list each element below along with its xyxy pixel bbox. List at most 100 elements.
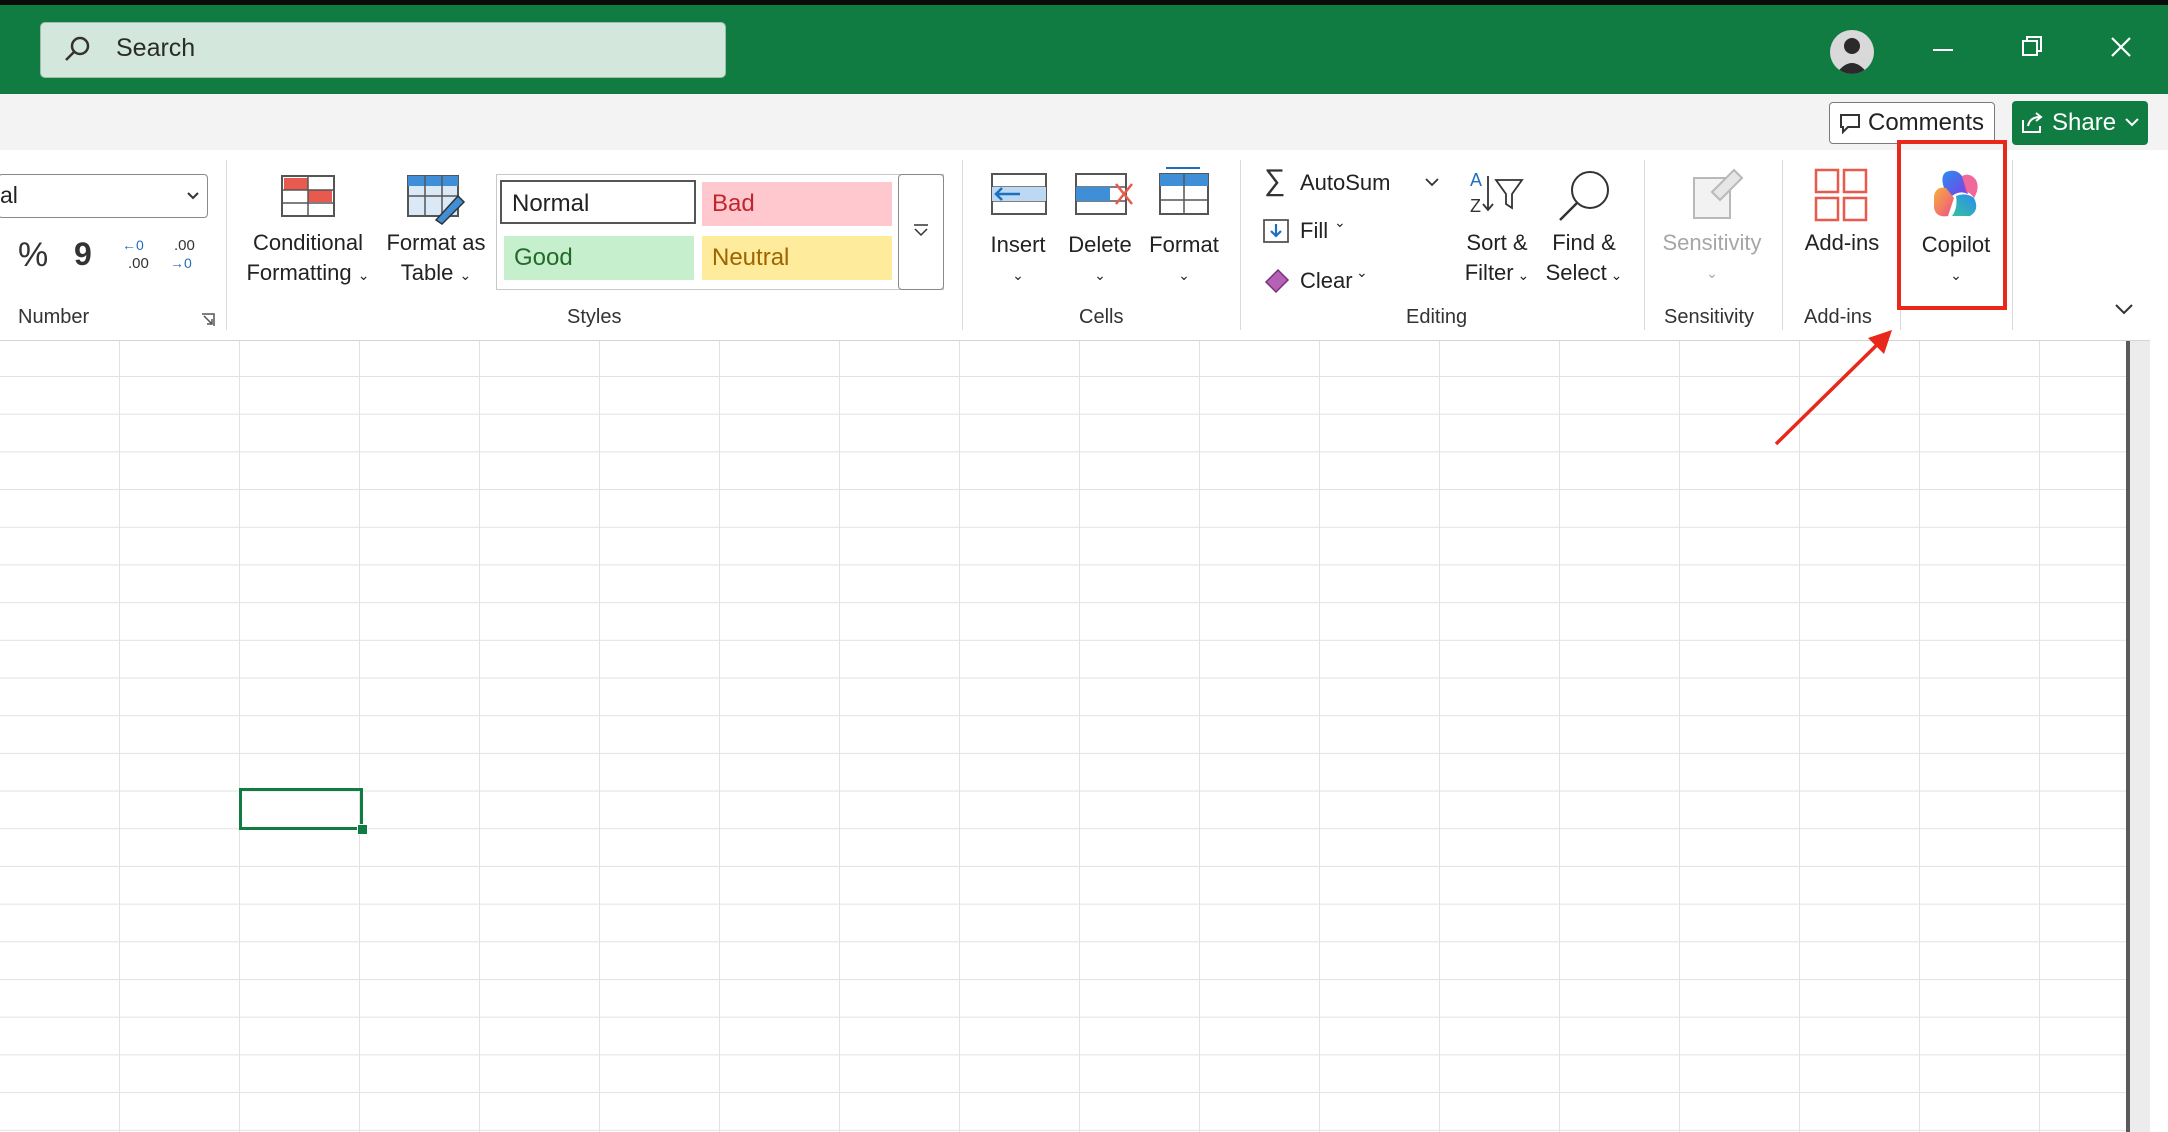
- insert-cells-icon: [991, 173, 1047, 215]
- search-icon: [65, 36, 90, 61]
- sensitivity-label: Sensitivity: [1662, 230, 1762, 255]
- format-as-table-label-2: Table: [400, 260, 454, 285]
- decrease-decimal-icon[interactable]: .00 →0: [168, 236, 204, 274]
- share-icon: [2022, 112, 2043, 133]
- gallery-expand-icon: [914, 224, 928, 237]
- fill-label: Fill: [1300, 218, 1329, 243]
- group-separator: [2012, 160, 2013, 330]
- find-select-label-1: Find &: [1552, 230, 1616, 255]
- chevron-down-icon: ⌄: [1094, 267, 1106, 283]
- increase-decimal-icon[interactable]: ←0 .00: [120, 236, 156, 274]
- chevron-down-icon: ⌄: [459, 267, 472, 283]
- restore-button[interactable]: [2007, 30, 2057, 67]
- share-label: Share: [2052, 109, 2117, 136]
- close-button[interactable]: [2096, 30, 2146, 67]
- sort-filter-label-2: Filter: [1464, 260, 1514, 285]
- format-cells-icon: [1159, 167, 1209, 215]
- sensitivity-button[interactable]: Sensitivity ⌄: [1656, 228, 1768, 288]
- svg-text:A: A: [1470, 170, 1482, 190]
- search-placeholder: Search: [116, 34, 196, 62]
- style-neutral[interactable]: Neutral: [702, 236, 892, 280]
- styles-gallery-more-button[interactable]: [898, 174, 944, 290]
- comment-icon: [1840, 114, 1860, 135]
- svg-text:→0: →0: [170, 255, 192, 271]
- sensitivity-icon: [1693, 168, 1744, 219]
- comments-label: Comments: [1868, 109, 1985, 136]
- format-as-table-icon: [407, 175, 466, 225]
- editing-group-label: Editing: [1406, 306, 1468, 328]
- sort-filter-icon: A Z: [1470, 170, 1524, 216]
- svg-text:Z: Z: [1470, 196, 1481, 216]
- chevron-down-icon: ⌄: [1706, 265, 1718, 281]
- format-as-table-label-1: Format as: [386, 230, 486, 255]
- delete-cells-icon: [1075, 173, 1133, 215]
- eraser-icon: [1264, 268, 1290, 294]
- add-ins-icon: [1814, 168, 1868, 222]
- chevron-down-icon: [2125, 118, 2139, 127]
- format-as-table-button[interactable]: Format as Table ⌄: [374, 228, 498, 290]
- minimize-button[interactable]: [1918, 30, 1968, 67]
- clear-label: Clear: [1300, 268, 1353, 293]
- active-cell[interactable]: [239, 788, 363, 830]
- autosum-label: AutoSum: [1300, 170, 1391, 195]
- sort-filter-button[interactable]: Sort & Filter ⌄: [1452, 228, 1542, 290]
- styles-group-label: Styles: [567, 306, 622, 328]
- user-icon: [1836, 38, 1868, 74]
- chevron-down-icon: ⌄: [1513, 267, 1530, 283]
- conditional-formatting-icon: [281, 175, 335, 217]
- account-avatar[interactable]: [1830, 30, 1874, 74]
- group-separator: [226, 160, 227, 330]
- find-select-button[interactable]: Find & Select ⌄: [1536, 228, 1632, 290]
- conditional-formatting-button[interactable]: Conditional Formatting ⌄: [240, 228, 376, 290]
- comma-style-button[interactable]: 9: [74, 236, 92, 273]
- group-separator: [962, 160, 963, 330]
- close-icon: [2111, 37, 2131, 57]
- restore-icon: [2022, 36, 2042, 56]
- delete-label: Delete: [1068, 232, 1132, 257]
- group-separator: [1240, 160, 1241, 330]
- find-select-icon: [1559, 171, 1609, 221]
- sort-filter-label-1: Sort &: [1466, 230, 1528, 255]
- svg-text:.00: .00: [128, 255, 149, 272]
- copilot-highlight-box: [1897, 140, 2007, 310]
- svg-text:←0: ←0: [122, 237, 144, 253]
- annotation-arrow: [1774, 330, 1892, 446]
- add-ins-button[interactable]: Add-ins: [1792, 228, 1892, 258]
- sensitivity-group-label: Sensitivity: [1664, 306, 1755, 328]
- number-format-dropdown[interactable]: [0, 174, 208, 218]
- fill-handle[interactable]: [357, 824, 368, 835]
- worksheet-grid[interactable]: [0, 341, 2130, 1132]
- chevron-down-icon: ⌄: [357, 267, 370, 283]
- format-button[interactable]: Format ⌄: [1136, 230, 1232, 290]
- find-select-label-2: Select: [1545, 260, 1607, 285]
- collapse-ribbon-icon[interactable]: [2114, 302, 2134, 316]
- group-separator: [1782, 160, 1783, 330]
- conditional-formatting-label-2: Formatting: [246, 260, 352, 285]
- add-ins-label: Add-ins: [1804, 230, 1880, 255]
- vertical-scrollbar[interactable]: [2130, 341, 2150, 1132]
- style-normal[interactable]: Normal: [500, 180, 696, 224]
- delete-button[interactable]: Delete ⌄: [1052, 230, 1148, 290]
- chevron-down-icon: ⌄: [1356, 264, 1368, 280]
- format-label: Format: [1149, 232, 1219, 257]
- number-format-value: al: [0, 182, 18, 208]
- chevron-down-icon: ⌄: [1606, 267, 1623, 283]
- chevron-down-icon: ⌄: [1334, 214, 1346, 230]
- clear-button[interactable]: Clear ⌄: [1262, 262, 1382, 298]
- chevron-down-icon: [187, 192, 199, 200]
- style-bad[interactable]: Bad: [702, 182, 892, 226]
- fill-down-icon: [1263, 219, 1289, 243]
- fill-button[interactable]: Fill ⌄: [1262, 214, 1362, 250]
- minimize-icon: [1933, 49, 1953, 51]
- group-separator: [1644, 160, 1645, 330]
- sigma-icon: ∑: [1264, 164, 1286, 197]
- cells-group-label: Cells: [1079, 306, 1124, 328]
- scrollbar-track-edge: [2126, 341, 2130, 1132]
- style-good[interactable]: Good: [504, 236, 694, 280]
- conditional-formatting-label-1: Conditional: [252, 230, 364, 255]
- chevron-down-icon: ⌄: [1178, 267, 1190, 283]
- dialog-launcher-icon[interactable]: [200, 312, 216, 328]
- percent-style-button[interactable]: %: [18, 236, 48, 275]
- svg-text:.00: .00: [174, 237, 195, 254]
- chevron-down-icon[interactable]: [1424, 176, 1440, 188]
